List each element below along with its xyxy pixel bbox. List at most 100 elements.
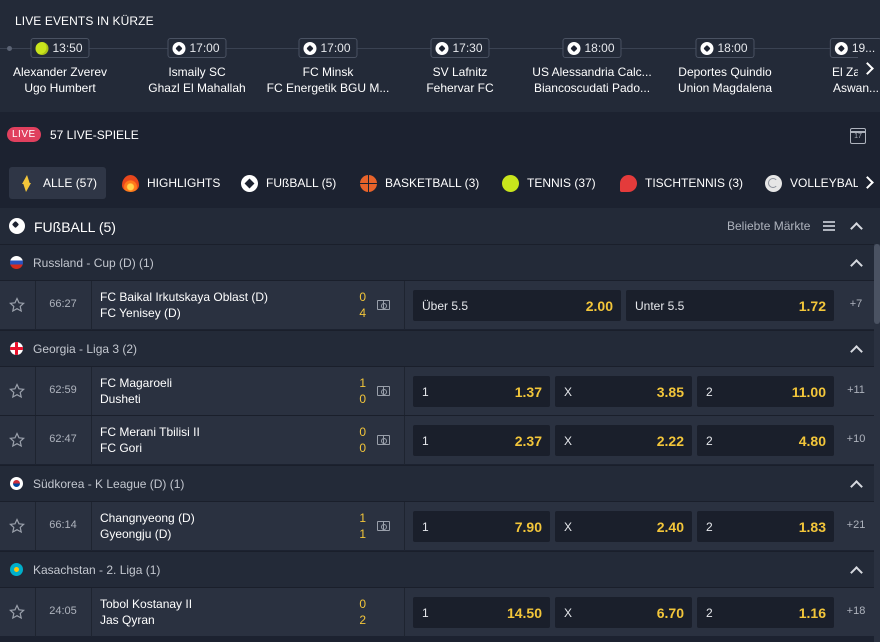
list-icon[interactable] (823, 221, 835, 231)
league-name: Südkorea - K League (D) (1) (33, 477, 185, 491)
more-markets-count[interactable]: +11 (842, 384, 870, 396)
odd-button-under[interactable]: Unter 5.5 1.72 (626, 290, 834, 321)
score-away: 4 (359, 306, 366, 320)
tab-basketball[interactable]: BASKETBALL (3) (351, 167, 488, 199)
odd-button-away[interactable]: 2 4.80 (697, 425, 834, 456)
kazakhstan-flag-icon (10, 563, 23, 576)
chevron-up-icon[interactable] (851, 344, 861, 354)
match-row[interactable]: 62:47 FC Merani Tbilisi II FC Gori 0 0 1… (0, 415, 880, 465)
match-time: 24:05 (49, 605, 77, 617)
event-time-pill: 19... (829, 38, 880, 58)
basketball-icon (360, 174, 377, 192)
star-icon[interactable] (9, 383, 25, 399)
calendar-icon[interactable]: 17 (850, 128, 866, 144)
match-row[interactable]: 66:14 Changnyeong (D) Gyeongju (D) 1 1 1… (0, 501, 880, 551)
team-home: Tobol Kostanay II (100, 597, 193, 611)
upcoming-event[interactable]: 13:50 Alexander Zverev Ugo Humbert (0, 38, 126, 98)
chevron-up-icon[interactable] (851, 479, 861, 489)
pitch-icon[interactable] (377, 300, 390, 310)
league-header[interactable]: Russland - Cup (D) (1) (0, 244, 880, 280)
team-home: FC Merani Tbilisi II (100, 425, 200, 439)
team-away: Gyeongju (D) (100, 527, 172, 541)
tab-tennis[interactable]: TENNIS (37) (493, 167, 605, 199)
upcoming-event[interactable]: 18:00 US Alessandria Calc... Biancoscuda… (526, 38, 658, 98)
league-header[interactable]: Südkorea - K League (D) (1) (0, 465, 880, 501)
chevron-up-icon[interactable] (851, 221, 861, 231)
live-badge: LIVE (7, 127, 41, 142)
event-team2: FC Energetik BGU M... (266, 81, 390, 95)
soccer-ball-icon (241, 174, 258, 192)
more-markets-count[interactable]: +21 (842, 519, 870, 531)
star-icon[interactable] (9, 604, 25, 620)
team-home: FC Baikal Irkutskaya Oblast (D) (100, 290, 269, 304)
upcoming-event[interactable]: 18:00 Deportes Quindio Union Magdalena (659, 38, 791, 98)
pitch-icon[interactable] (377, 386, 390, 396)
league-header[interactable]: Georgia - Liga 3 (2) (0, 330, 880, 366)
tab-all[interactable]: ALLE (57) (9, 167, 107, 199)
event-team2: Fehervar FC (426, 81, 494, 95)
odd-button-away[interactable]: 2 1.16 (697, 597, 834, 628)
upcoming-title: LIVE EVENTS IN KÜRZE (15, 14, 154, 28)
pitch-icon[interactable] (377, 435, 390, 445)
odd-button-home[interactable]: 1 2.37 (413, 425, 550, 456)
live-count-label: 57 LIVE-SPIELE (50, 128, 139, 142)
popular-markets-label[interactable]: Beliebte Märkte (727, 219, 810, 233)
star-icon[interactable] (9, 518, 25, 534)
match-time: 66:14 (49, 519, 77, 531)
star-icon[interactable] (9, 297, 25, 313)
chevron-right-icon[interactable] (858, 156, 880, 208)
score-home: 0 (359, 597, 366, 611)
odd-button-home[interactable]: 1 1.37 (413, 376, 550, 407)
more-markets-count[interactable]: +18 (842, 605, 870, 617)
team-away: FC Yenisey (D) (100, 306, 181, 320)
score-home: 0 (359, 290, 366, 304)
upcoming-event[interactable]: 17:00 FC Minsk FC Energetik BGU M... (262, 38, 394, 98)
event-team2: Biancoscudati Pado... (533, 81, 651, 95)
match-row[interactable]: 62:59 FC Magaroeli Dusheti 1 0 1 1.37 X … (0, 366, 880, 416)
chevron-up-icon[interactable] (851, 258, 861, 268)
score-home: 1 (359, 376, 366, 390)
flame-icon (122, 174, 139, 192)
more-markets-count[interactable]: +7 (842, 298, 870, 310)
event-team1: Deportes Quindio (678, 65, 772, 79)
odd-button-over[interactable]: Über 5.5 2.00 (413, 290, 621, 321)
event-team2: Aswan... (832, 81, 880, 95)
section-header-football: FUßBALL (5) Beliebte Märkte (0, 208, 880, 244)
odd-button-draw[interactable]: X 3.85 (555, 376, 692, 407)
event-team1: US Alessandria Calc... (532, 65, 652, 79)
event-time-pill: 17:00 (298, 38, 358, 58)
chevron-up-icon[interactable] (851, 565, 861, 575)
odd-button-draw[interactable]: X 2.40 (555, 511, 692, 542)
lightning-icon (18, 174, 35, 192)
tab-table-tennis[interactable]: TISCHTENNIS (3) (611, 167, 752, 199)
match-row[interactable]: 24:05 Tobol Kostanay II Jas Qyran 0 2 1 … (0, 587, 880, 637)
team-away: Dusheti (100, 392, 141, 406)
event-team2: Ghazl El Mahallah (148, 81, 246, 95)
odd-button-draw[interactable]: X 2.22 (555, 425, 692, 456)
chevron-right-icon[interactable] (858, 56, 880, 80)
soccer-ball-icon (9, 218, 25, 234)
scrollbar-thumb[interactable] (874, 244, 880, 324)
star-icon[interactable] (9, 432, 25, 448)
odd-button-draw[interactable]: X 6.70 (555, 597, 692, 628)
soccer-ball-icon (435, 41, 449, 55)
tab-highlights[interactable]: HIGHLIGHTS (113, 167, 229, 199)
league-header[interactable]: Kasachstan - 2. Liga (1) (0, 551, 880, 587)
league-name: Georgia - Liga 3 (2) (33, 342, 138, 356)
match-row[interactable]: 66:27 FC Baikal Irkutskaya Oblast (D) FC… (0, 280, 880, 330)
more-markets-count[interactable]: +10 (842, 433, 870, 445)
odd-button-home[interactable]: 1 14.50 (413, 597, 550, 628)
odd-button-away[interactable]: 2 1.83 (697, 511, 834, 542)
tab-football[interactable]: FUßBALL (5) (232, 167, 345, 199)
table-tennis-icon (620, 174, 637, 192)
pitch-icon[interactable] (377, 521, 390, 531)
league-name: Kasachstan - 2. Liga (1) (33, 563, 161, 577)
upcoming-event[interactable]: 17:30 SV Lafnitz Fehervar FC (394, 38, 526, 98)
soccer-ball-icon (700, 41, 714, 55)
team-home: Changnyeong (D) (100, 511, 195, 525)
odd-button-away[interactable]: 2 11.00 (697, 376, 834, 407)
georgia-flag-icon (10, 342, 23, 355)
odd-button-home[interactable]: 1 7.90 (413, 511, 550, 542)
upcoming-event[interactable]: 17:00 Ismaily SC Ghazl El Mahallah (131, 38, 263, 98)
soccer-ball-icon (303, 41, 317, 55)
